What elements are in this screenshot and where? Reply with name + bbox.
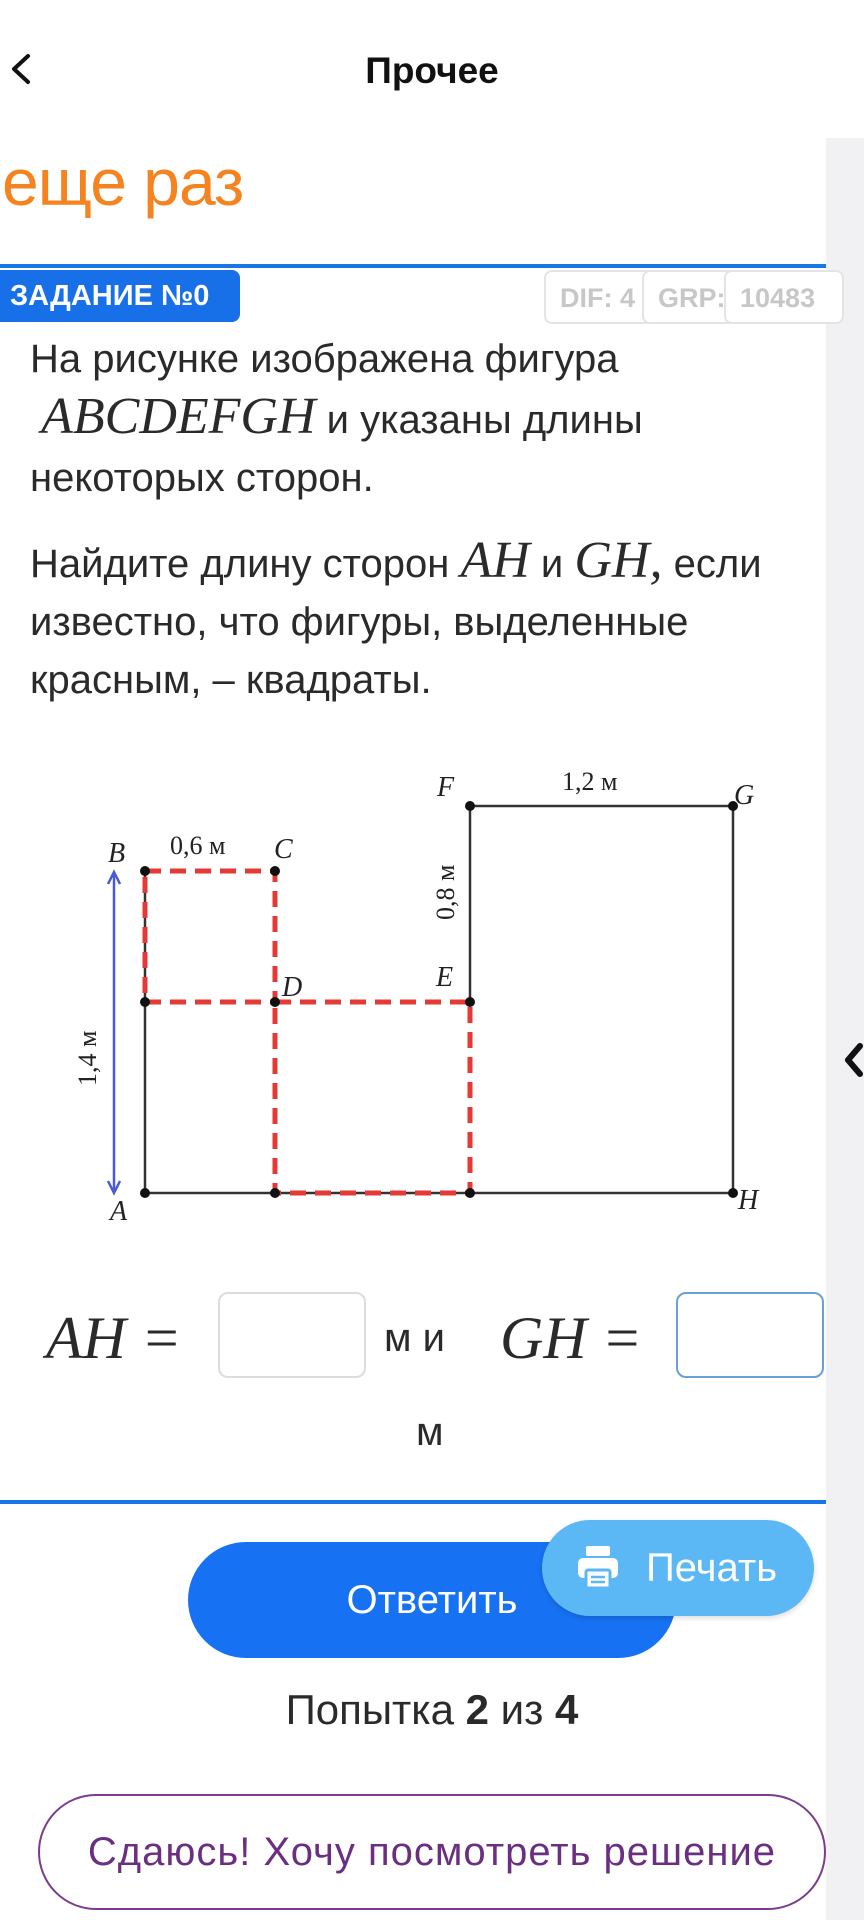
red-squares [142, 868, 473, 1196]
length-label-ab: 1,4 м [73, 1031, 102, 1086]
answer-unit-m: м [416, 1410, 444, 1454]
attempt-prefix: Попытка [285, 1686, 454, 1733]
attempt-mid: из [500, 1686, 544, 1733]
point-label-d: D [281, 972, 302, 1003]
geometry-figure: B C D E F G A H 0,6 м 1,2 м 0,8 м 1,4 м [73, 767, 760, 1227]
small-red-square [142, 868, 278, 1005]
attempt-counter: Попытка 2 из 4 [0, 1686, 864, 1734]
print-button[interactable]: Печать [542, 1520, 814, 1616]
point-label-h: H [737, 1185, 760, 1216]
page-title: Прочее [365, 50, 499, 91]
gh-answer-input[interactable] [676, 1292, 824, 1378]
task-badge: ЗАДАНИЕ №0 [0, 270, 240, 322]
answer-ah-label: AH = [46, 1305, 182, 1371]
point-label-c: C [274, 834, 293, 865]
length-label-fe: 0,8 м [431, 865, 460, 920]
answer-gh-label: GH = [500, 1305, 643, 1371]
ab-dimension-arrow [106, 869, 122, 1196]
difficulty-tag: DIF: 4 [544, 270, 654, 324]
point-label-g: G [734, 780, 754, 811]
answer-row: AH = м и GH = м [0, 1280, 826, 1454]
print-button-label: Печать [646, 1546, 778, 1590]
point-label-b: B [108, 838, 125, 869]
task-text-2-before: Найдите длину сторон [30, 542, 450, 586]
task-text-paragraph-2: Найдите длину сторон AH и GH, если извес… [30, 532, 820, 709]
task-text-1-before: На рисунке изображена фигура [30, 337, 619, 381]
length-label-bc: 0,6 м [170, 831, 225, 860]
task-id-tag: 10483 [724, 270, 844, 324]
attempt-current: 2 [465, 1686, 489, 1733]
ah-answer-input[interactable] [218, 1292, 366, 1378]
length-label-fg: 1,2 м [562, 767, 617, 796]
side-panel-chevron-icon[interactable] [842, 1040, 864, 1080]
point-label-e: E [435, 962, 453, 993]
answer-unit-and: м и [384, 1316, 445, 1360]
section-heading: еще раз [2, 145, 244, 219]
printer-icon [578, 1546, 618, 1590]
task-text-2-and: и [540, 542, 564, 586]
large-red-square [272, 999, 473, 1196]
attempt-total: 4 [555, 1686, 579, 1733]
figure-name-math: ABCDEFGH [41, 388, 316, 445]
side-panel-strip [826, 138, 864, 1920]
side-ah-math: AH [460, 532, 530, 589]
point-label-a: A [108, 1196, 128, 1227]
side-gh-math: GH, [574, 532, 663, 589]
point-label-f: F [436, 772, 455, 803]
top-bar: Прочее [0, 0, 864, 140]
give-up-button[interactable]: Сдаюсь! Хочу посмотреть решение [38, 1794, 826, 1910]
task-text-paragraph-1: На рисунке изображена фигура ABCDEFGH и … [30, 330, 820, 507]
